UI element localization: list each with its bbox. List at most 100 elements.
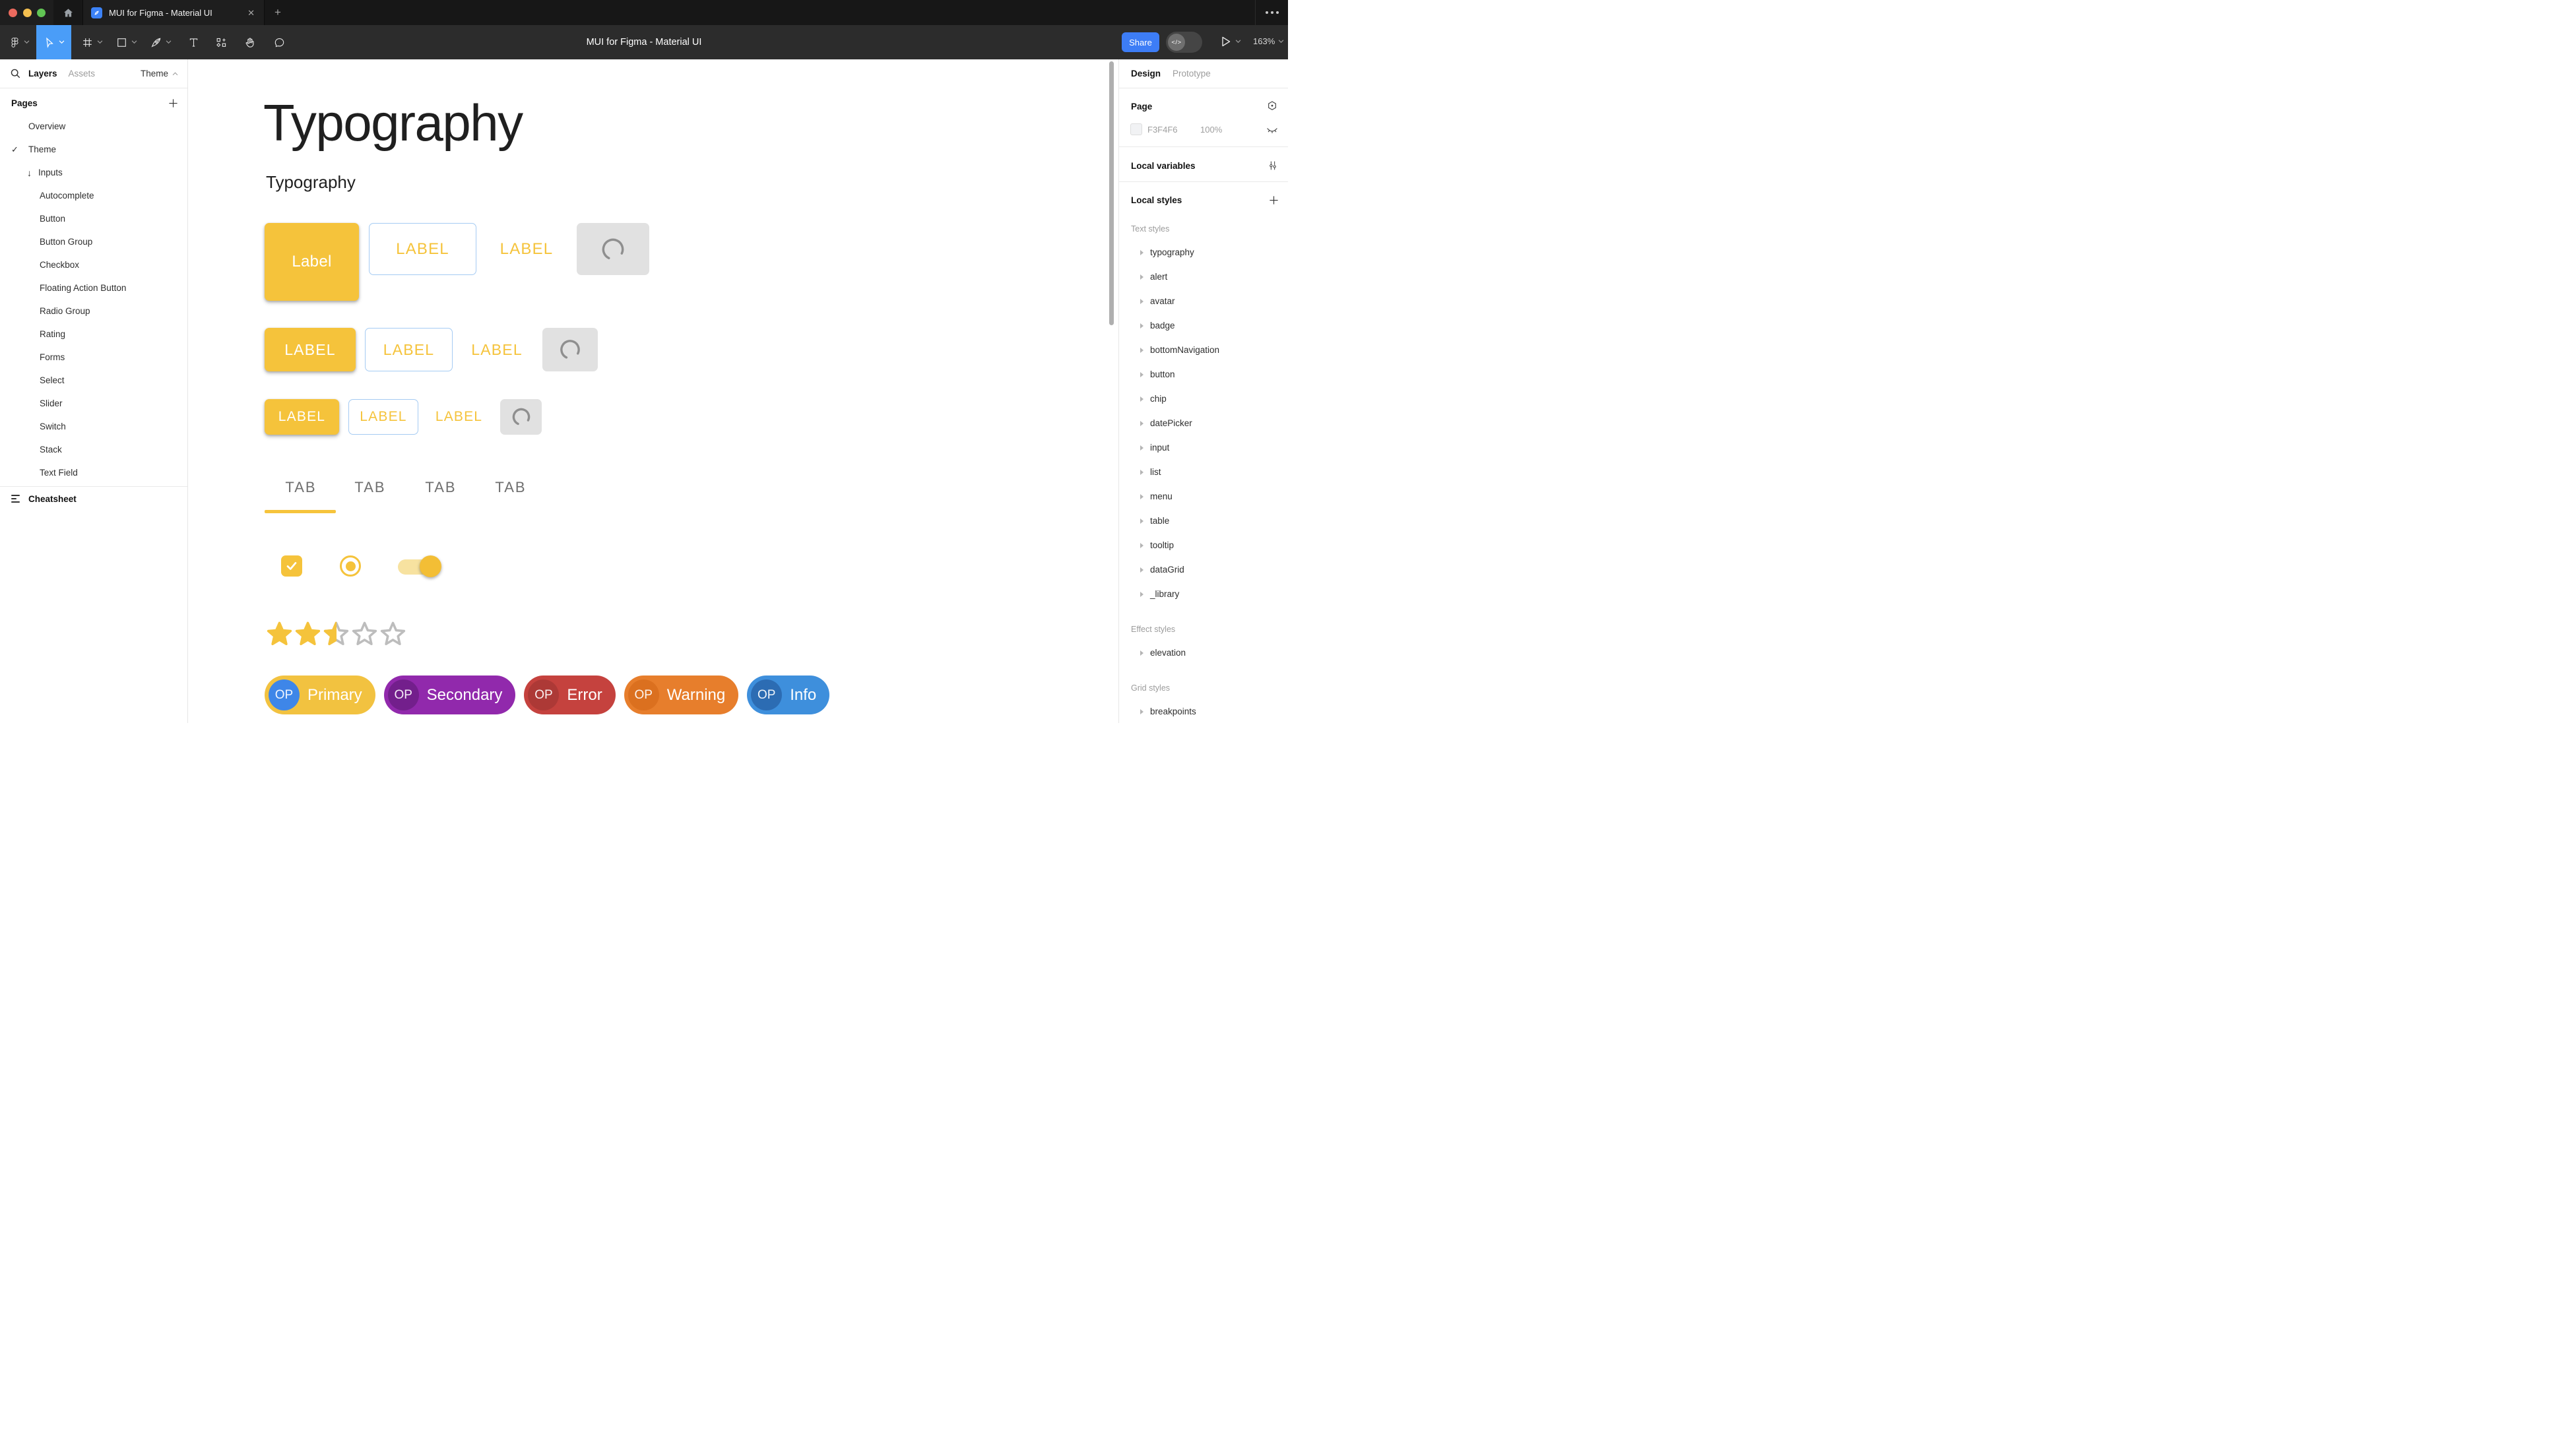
sidebar-page-item[interactable]: ✓ ↓ Floating Action Button (0, 276, 187, 299)
sidebar-page-item[interactable]: ✓ ↓ Checkbox (0, 253, 187, 276)
canvas-tab-1[interactable]: TAB (265, 479, 337, 496)
disclosure-triangle-icon[interactable] (1140, 348, 1143, 353)
button-contained-small[interactable]: LABEL (265, 399, 339, 435)
button-loading-large[interactable] (577, 223, 649, 275)
disclosure-triangle-icon[interactable] (1140, 592, 1143, 597)
tab-assets[interactable]: Assets (69, 69, 96, 79)
sidebar-page-item[interactable]: ✓ ↓ Rating (0, 323, 187, 346)
canvas-subheading[interactable]: Typography (266, 172, 356, 193)
disclosure-triangle-icon[interactable] (1140, 421, 1143, 426)
canvas-heading-h1[interactable]: Typography (263, 96, 523, 150)
move-tool-button[interactable] (36, 25, 71, 59)
new-tab-button[interactable]: + (267, 0, 288, 25)
actions-tool-button[interactable] (209, 25, 234, 59)
sidebar-page-item[interactable]: ✓ ↓ Inputs (0, 161, 187, 184)
disclosure-triangle-icon[interactable] (1140, 470, 1143, 475)
hand-tool-button[interactable] (238, 25, 263, 59)
star-icon[interactable] (322, 619, 350, 648)
disclosure-triangle-icon[interactable] (1140, 372, 1143, 377)
sidebar-page-item[interactable]: ✓ ↓ Autocomplete (0, 184, 187, 207)
eye-closed-icon[interactable] (1266, 123, 1279, 137)
style-item[interactable]: bottomNavigation (1119, 338, 1288, 362)
switch-on[interactable] (398, 555, 441, 578)
zoom-menu[interactable]: 163% (1253, 36, 1284, 46)
checkbox-checked[interactable] (281, 555, 302, 577)
style-item[interactable]: badge (1119, 313, 1288, 338)
disclosure-triangle-icon[interactable] (1140, 274, 1143, 280)
star-icon[interactable] (265, 619, 294, 648)
window-more-menu[interactable] (1255, 0, 1288, 25)
present-button[interactable] (1221, 36, 1241, 47)
button-text-medium[interactable]: LABEL (473, 328, 521, 371)
sidebar-page-item[interactable]: ✓ ↓ Overview (0, 115, 187, 138)
style-item[interactable]: avatar (1119, 289, 1288, 313)
component-icon[interactable] (1266, 100, 1279, 113)
button-loading-medium[interactable] (542, 328, 598, 371)
add-page-button[interactable] (168, 98, 178, 108)
star-icon[interactable] (379, 619, 407, 648)
button-contained-medium[interactable]: LABEL (265, 328, 356, 371)
main-menu-button[interactable] (4, 25, 34, 59)
tab-design[interactable]: Design (1131, 69, 1161, 79)
star-icon[interactable] (350, 619, 379, 648)
style-item[interactable]: input (1119, 435, 1288, 460)
cheatsheet-item[interactable]: Cheatsheet (0, 486, 187, 511)
sidebar-page-item[interactable]: ✓ ↓ Slider (0, 392, 187, 415)
file-tab[interactable]: MUI for Figma - Material UI ✕ (82, 0, 265, 25)
page-fill-opacity[interactable]: 100% (1200, 125, 1222, 135)
button-contained-large[interactable]: Label (265, 223, 359, 301)
tab-layers[interactable]: Layers (28, 69, 57, 79)
sidebar-page-item[interactable]: ✓ ↓ Radio Group (0, 299, 187, 323)
style-item[interactable]: menu (1119, 484, 1288, 509)
style-item[interactable]: elevation (1119, 641, 1288, 665)
fullscreen-window-button[interactable] (37, 9, 46, 17)
shape-tool-button[interactable] (110, 25, 143, 59)
disclosure-triangle-icon[interactable] (1140, 543, 1143, 548)
dev-mode-toggle[interactable]: </> (1166, 32, 1202, 53)
page-dropdown[interactable]: Theme (141, 69, 178, 79)
sidebar-page-item[interactable]: ✓ ↓ Forms (0, 346, 187, 369)
canvas-tab-3[interactable]: TAB (404, 479, 477, 496)
sidebar-page-item[interactable]: ✓ ↓ Switch (0, 415, 187, 438)
disclosure-triangle-icon[interactable] (1140, 396, 1143, 402)
comment-tool-button[interactable] (267, 25, 292, 59)
rating-2-5-stars[interactable] (265, 619, 407, 648)
style-item[interactable]: _library (1119, 582, 1288, 606)
style-item[interactable]: button (1119, 362, 1288, 387)
local-variables-row[interactable]: Local variables (1119, 150, 1288, 181)
disclosure-triangle-icon[interactable] (1140, 567, 1143, 573)
chip[interactable]: OP Error (524, 676, 615, 714)
style-item[interactable]: datePicker (1119, 411, 1288, 435)
text-tool-button[interactable] (181, 25, 206, 59)
close-tab-icon[interactable]: ✕ (246, 7, 256, 18)
share-button[interactable]: Share (1122, 32, 1159, 52)
page-fill-row[interactable]: F3F4F6 100% (1119, 119, 1288, 140)
close-window-button[interactable] (9, 9, 17, 17)
radio-selected[interactable] (340, 555, 361, 577)
canvas-tab-4[interactable]: TAB (474, 479, 547, 496)
style-item[interactable]: breakpoints (1119, 699, 1288, 724)
style-item[interactable]: typography (1119, 240, 1288, 265)
search-icon[interactable] (10, 68, 21, 79)
sidebar-page-item[interactable]: ✓ ↓ Theme (0, 138, 187, 161)
button-outlined-small[interactable]: LABEL (348, 399, 418, 435)
canvas-tab-2[interactable]: TAB (334, 479, 406, 496)
canvas-scrollbar[interactable] (1109, 61, 1114, 325)
chip[interactable]: OP Secondary (384, 676, 516, 714)
style-item[interactable]: chip (1119, 387, 1288, 411)
disclosure-triangle-icon[interactable] (1140, 445, 1143, 451)
home-button[interactable] (53, 0, 82, 25)
button-outlined-medium[interactable]: LABEL (365, 328, 453, 371)
style-item[interactable]: alert (1119, 265, 1288, 289)
disclosure-triangle-icon[interactable] (1140, 709, 1143, 714)
star-icon[interactable] (294, 619, 322, 648)
style-item[interactable]: list (1119, 460, 1288, 484)
disclosure-triangle-icon[interactable] (1140, 650, 1143, 656)
button-loading-small[interactable] (500, 399, 542, 435)
sidebar-page-item[interactable]: ✓ ↓ Stack (0, 438, 187, 461)
chip[interactable]: OP Primary (265, 676, 375, 714)
disclosure-triangle-icon[interactable] (1140, 250, 1143, 255)
sidebar-page-item[interactable]: ✓ ↓ Text Field (0, 461, 187, 484)
variables-sliders-icon[interactable] (1267, 160, 1279, 172)
style-item[interactable]: tooltip (1119, 533, 1288, 557)
